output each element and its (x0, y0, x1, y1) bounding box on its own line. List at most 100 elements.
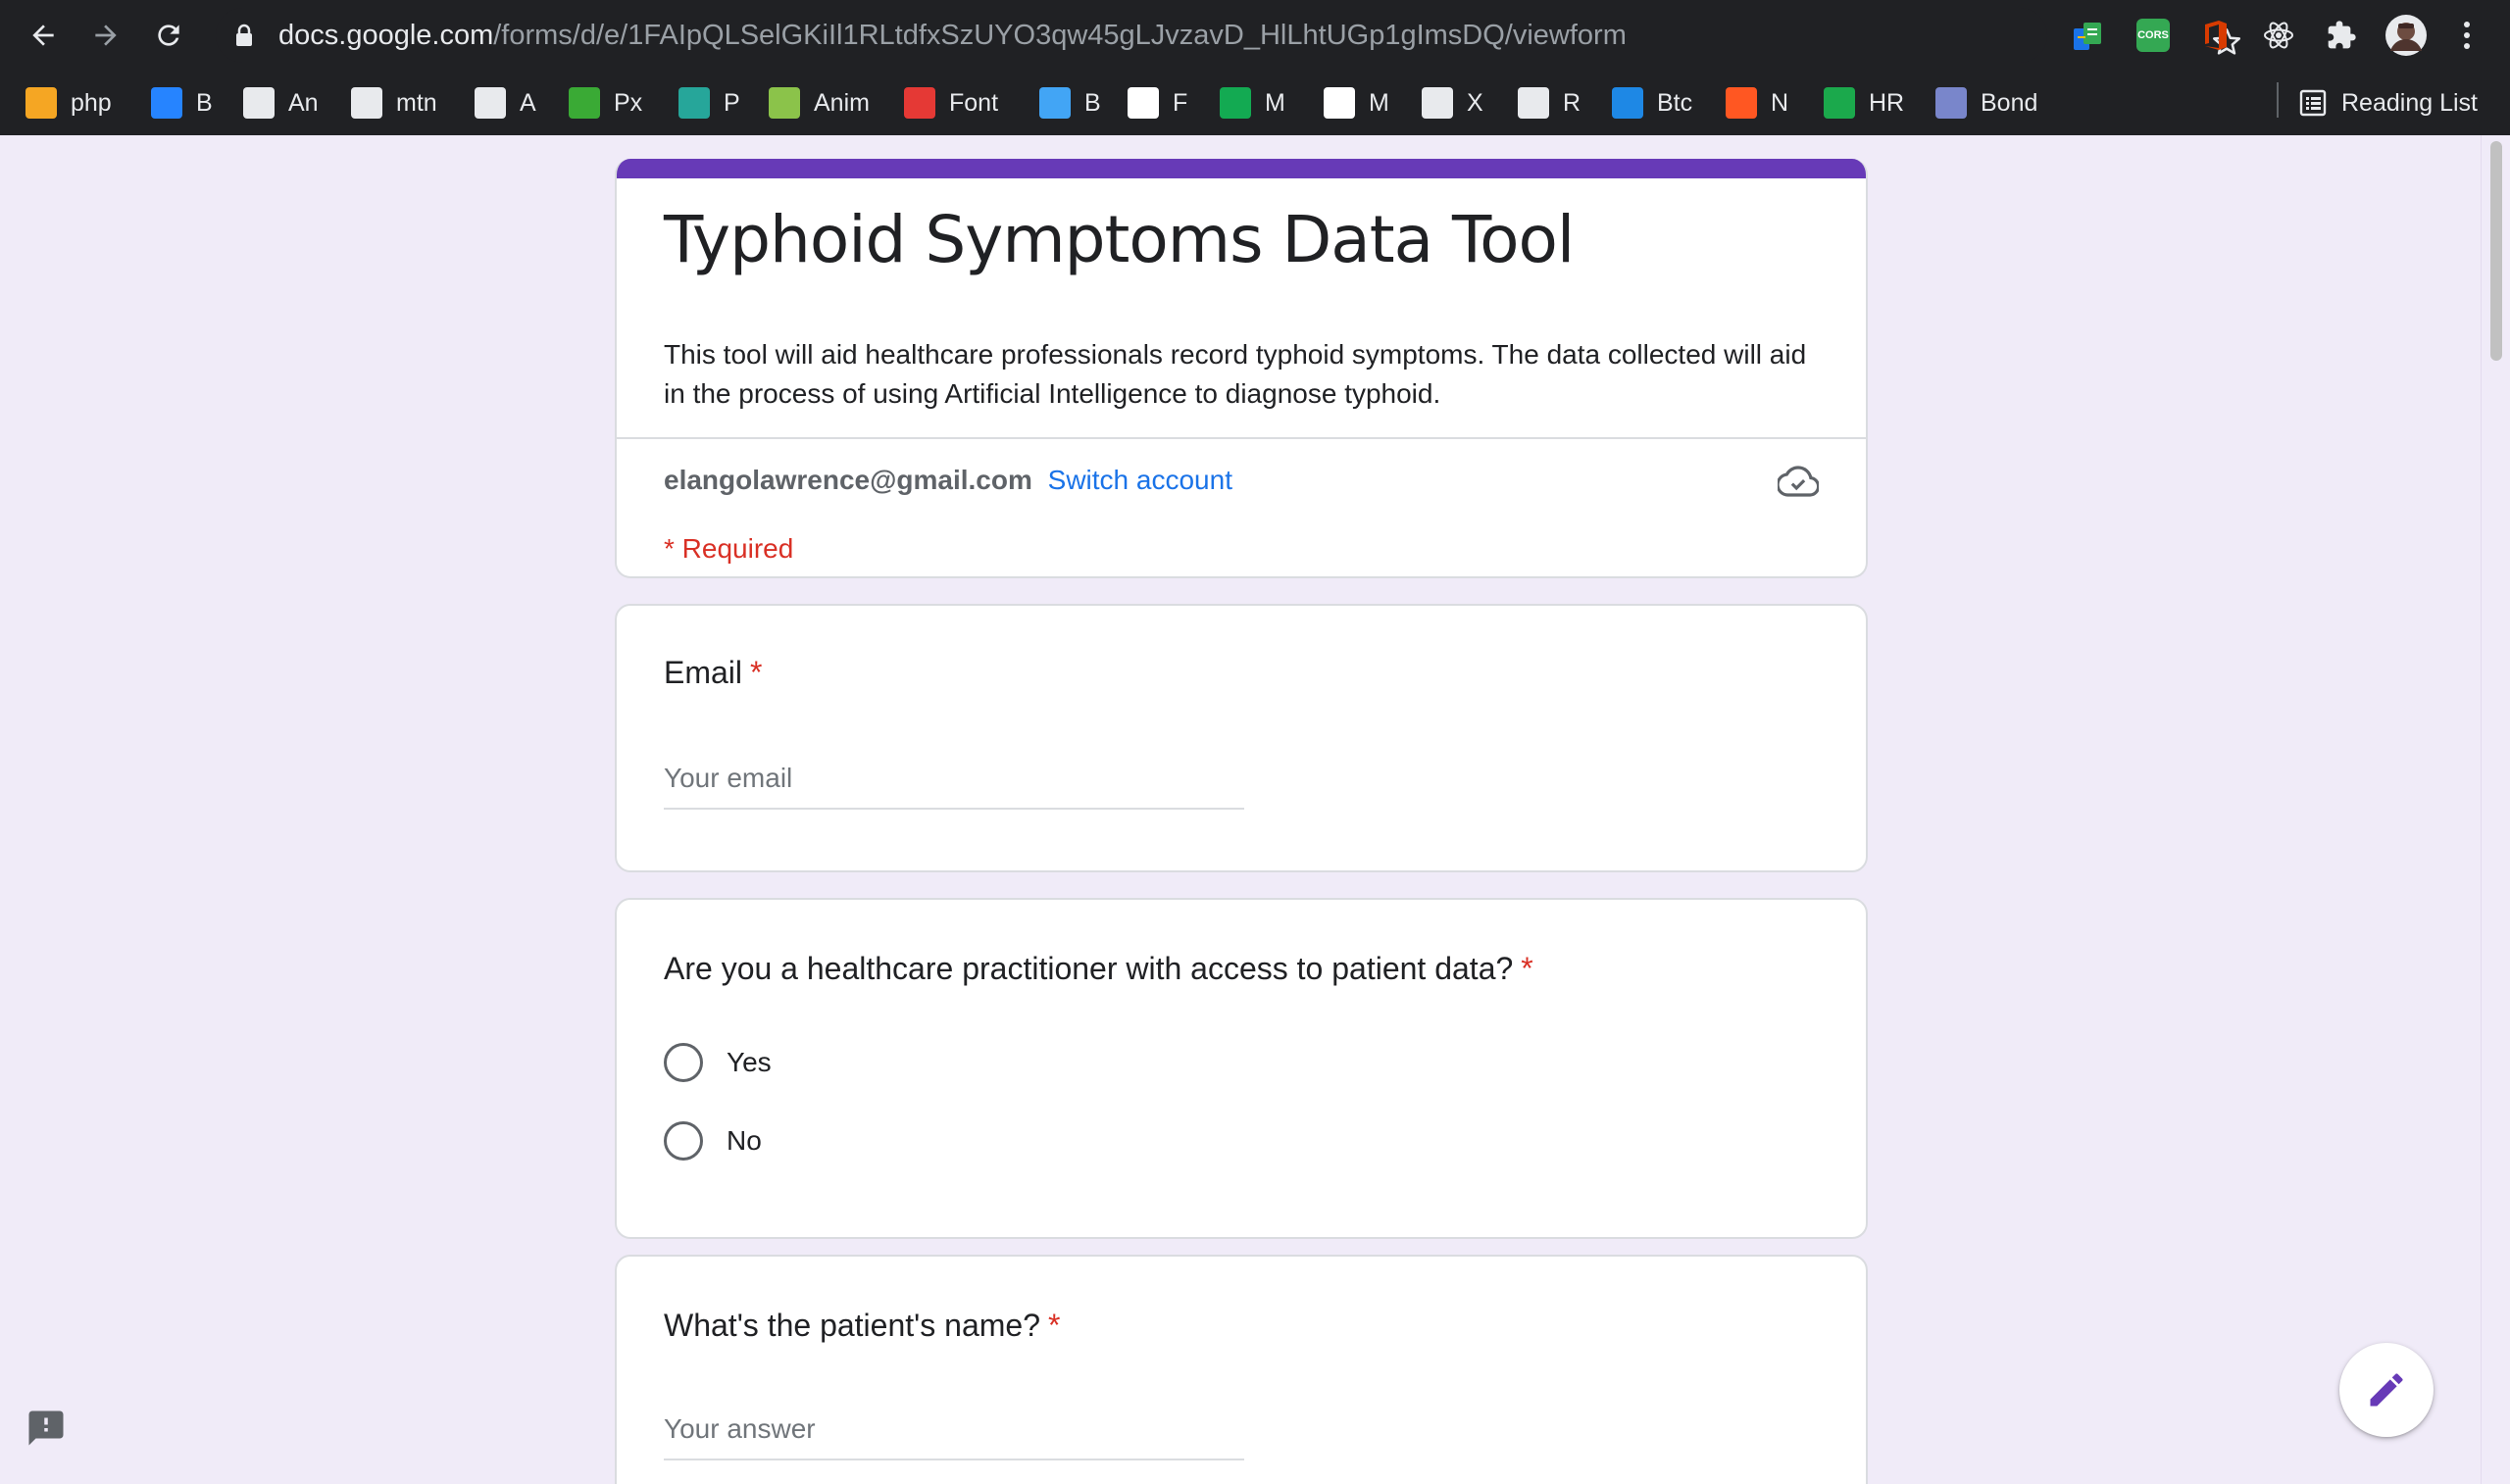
question-title: What's the patient's name? * (664, 1308, 1060, 1344)
question-card-practitioner: Are you a healthcare practitioner with a… (615, 898, 1868, 1239)
browser-toolbar: docs.google.com/forms/d/e/1FAIpQLSelGKiI… (0, 0, 2510, 71)
bookmark-item[interactable]: Px (569, 80, 642, 125)
patient-name-field[interactable]: Your answer (664, 1413, 816, 1445)
f-icon (1128, 87, 1159, 119)
bookmark-label: An (288, 88, 319, 117)
question-card-email: Email * Your email (615, 604, 1868, 872)
bookmark-item[interactable]: A (475, 80, 536, 125)
bookmark-item[interactable]: M (1220, 80, 1285, 125)
php-icon (25, 87, 57, 119)
bookmark-item[interactable]: Font (904, 80, 998, 125)
radio-option-no[interactable]: No (664, 1121, 762, 1161)
report-feedback-icon[interactable] (25, 1408, 67, 1449)
required-asterisk: * (1521, 951, 1533, 986)
globe-icon (243, 87, 275, 119)
p-icon (678, 87, 710, 119)
bond-icon (1935, 87, 1967, 119)
puzzle-extensions-icon[interactable] (2322, 16, 2361, 55)
question-title: Are you a healthcare practitioner with a… (664, 951, 1533, 987)
radio-label: Yes (727, 1047, 772, 1077)
bookmark-item[interactable]: X (1422, 80, 1483, 125)
question-text: Are you a healthcare practitioner with a… (664, 951, 1514, 986)
bookmark-label: HR (1869, 88, 1905, 117)
reading-list-icon (2299, 89, 2327, 117)
bookmark-item[interactable]: mtn (351, 80, 437, 125)
anim-icon (769, 87, 800, 119)
bookmark-label: B (1084, 88, 1101, 117)
bookmark-label: N (1771, 88, 1789, 117)
x-icon (1422, 87, 1453, 119)
bookmark-label: F (1173, 88, 1188, 117)
behance-icon (1039, 87, 1071, 119)
url-text: docs.google.com/forms/d/e/1FAIpQLSelGKiI… (278, 8, 1627, 63)
question-text: Email (664, 655, 743, 690)
bookmark-item[interactable]: php (25, 80, 112, 125)
url-host: docs.google.com (278, 20, 494, 51)
bookmark-label: mtn (396, 88, 437, 117)
bookmark-item[interactable]: N (1726, 80, 1788, 125)
switch-account-link[interactable]: Switch account (1048, 465, 1232, 495)
back-button[interactable] (22, 14, 65, 57)
question-title: Email * (664, 655, 762, 691)
profile-avatar[interactable] (2384, 14, 2428, 57)
n-icon (1726, 87, 1757, 119)
medium-icon (1324, 87, 1355, 119)
page-scrollbar[interactable] (2481, 135, 2510, 1484)
bookmark-label: Btc (1657, 88, 1693, 117)
scrollbar-thumb[interactable] (2490, 141, 2502, 361)
reload-icon (158, 25, 179, 46)
bookmark-item[interactable]: R (1518, 80, 1581, 125)
bitbucket-icon (151, 87, 182, 119)
react-devtools-icon[interactable] (2259, 16, 2298, 55)
bookmark-item[interactable]: P (678, 80, 740, 125)
required-asterisk: * (750, 655, 763, 690)
patient-name-underline (664, 1459, 1244, 1460)
email-field[interactable]: Your email (664, 763, 792, 794)
globe-icon (351, 87, 382, 119)
bookmark-item[interactable]: Bond (1935, 80, 2037, 125)
radio-button[interactable] (664, 1043, 703, 1082)
bookmark-label: Bond (1981, 88, 2038, 117)
lock-icon (236, 24, 252, 46)
avatar-icon (2385, 15, 2427, 56)
account-email: elangolawrence@gmail.com (664, 465, 1032, 495)
bookmark-label: B (196, 88, 213, 117)
bookmark-item[interactable]: Anim (769, 80, 870, 125)
bookmark-item[interactable]: M (1324, 80, 1389, 125)
bookmarks-bar: php B An mtn A Px P Anim Font B F M M X R Btc N HR Bond (0, 71, 2510, 135)
form-title: Typhoid Symptoms Data Tool (664, 202, 1575, 277)
office-extension-icon[interactable] (2196, 16, 2235, 55)
bookmark-label: M (1265, 88, 1285, 117)
bookmark-item[interactable]: F (1128, 80, 1187, 125)
forward-button[interactable] (84, 14, 127, 57)
pencil-icon (2370, 1373, 2403, 1407)
bookmark-label: P (724, 88, 740, 117)
bookmark-label: A (520, 88, 536, 117)
sheets-extension-icon[interactable] (2069, 16, 2108, 55)
edit-fab-button[interactable] (2339, 1343, 2434, 1437)
radio-option-yes[interactable]: Yes (664, 1043, 772, 1082)
reading-list-label: Reading List (2341, 88, 2478, 117)
form-header-card: Typhoid Symptoms Data Tool This tool wil… (615, 159, 1868, 578)
bookmark-item[interactable]: B (151, 80, 213, 125)
bookmark-item[interactable]: HR (1824, 80, 1904, 125)
bookmark-label: X (1467, 88, 1483, 117)
question-card-patient-name: What's the patient's name? * Your answer (615, 1255, 1868, 1484)
reading-list-button[interactable]: Reading List (2298, 80, 2478, 125)
url-path: /forms/d/e/1FAIpQLSelGKiIl1RLtdfxSzUYO3q… (493, 20, 1627, 51)
reload-button[interactable] (147, 14, 190, 57)
btc-icon (1612, 87, 1643, 119)
github-icon (475, 87, 506, 119)
bookmark-item[interactable]: Btc (1612, 80, 1692, 125)
bookmark-label: php (71, 88, 112, 117)
address-bar[interactable]: docs.google.com/forms/d/e/1FAIpQLSelGKiI… (216, 8, 2241, 63)
required-asterisk: * (1047, 1308, 1061, 1343)
menu-kebab-icon[interactable] (2447, 16, 2486, 55)
bookmark-item[interactable]: An (243, 80, 319, 125)
cors-extension-icon[interactable]: CORS (2134, 16, 2173, 55)
bookmark-item[interactable]: B (1039, 80, 1101, 125)
required-note: * Required (664, 533, 794, 564)
mongodb-icon (1220, 87, 1251, 119)
bookmark-label: Anim (814, 88, 870, 117)
radio-button[interactable] (664, 1121, 703, 1161)
